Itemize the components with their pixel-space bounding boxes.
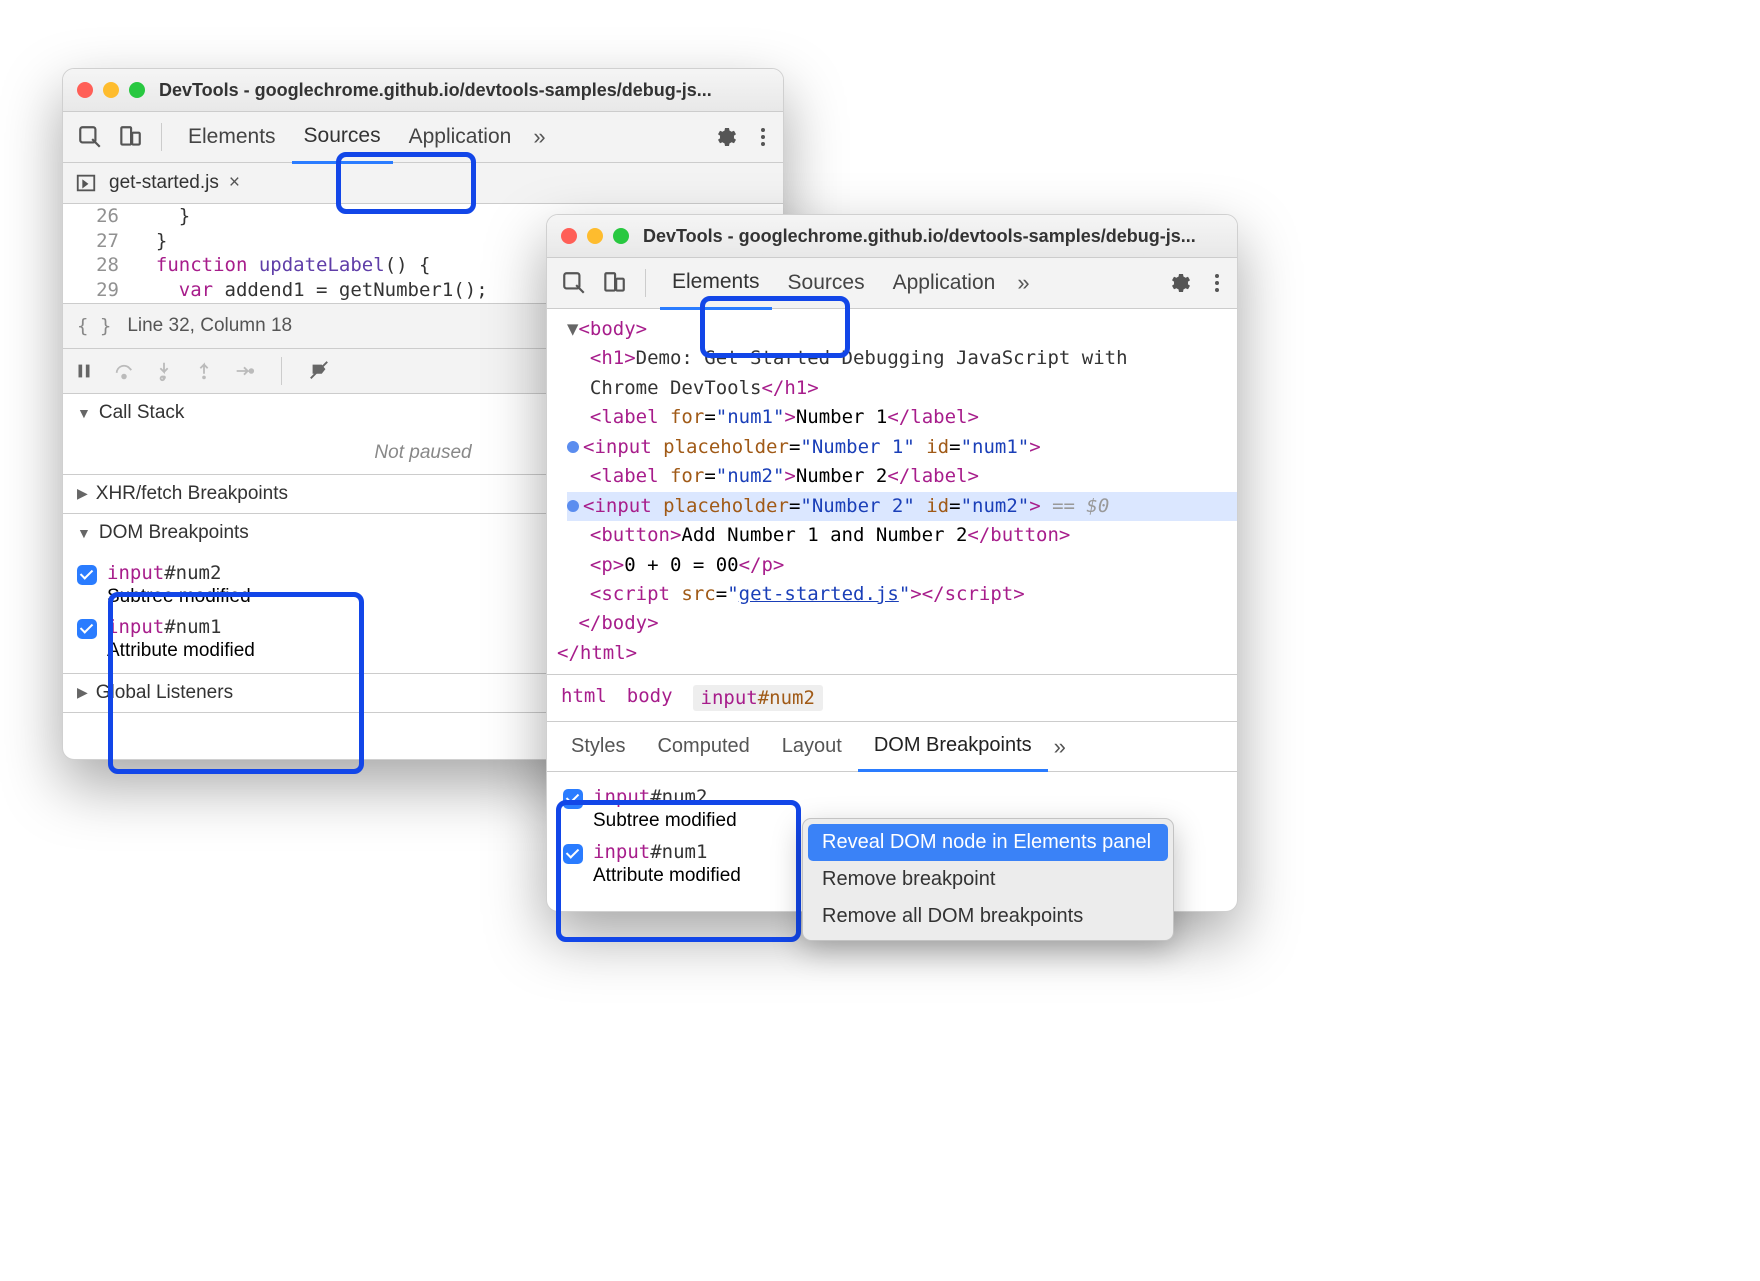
breadcrumbs[interactable]: html body input#num2	[547, 674, 1237, 722]
device-toggle-icon[interactable]	[601, 270, 627, 296]
subtab-computed[interactable]: Computed	[641, 723, 765, 770]
window-title: DevTools - googlechrome.github.io/devtoo…	[159, 80, 712, 101]
settings-icon[interactable]	[1167, 271, 1191, 295]
pretty-print-icon[interactable]: { }	[77, 315, 111, 337]
zoom-dot-icon[interactable]	[613, 228, 629, 244]
more-subtabs-icon[interactable]: »	[1048, 734, 1072, 760]
subtab-dom-breakpoints[interactable]: DOM Breakpoints	[858, 722, 1048, 772]
kebab-menu-icon[interactable]	[1207, 274, 1227, 292]
step-into-icon[interactable]	[153, 360, 175, 382]
subtab-layout[interactable]: Layout	[766, 723, 858, 770]
step-icon[interactable]	[233, 360, 255, 382]
checkbox-icon[interactable]	[77, 619, 97, 639]
tab-application[interactable]: Application	[881, 258, 1008, 308]
close-dot-icon[interactable]	[561, 228, 577, 244]
zoom-dot-icon[interactable]	[129, 82, 145, 98]
cursor-position: Line 32, Column 18	[127, 315, 292, 337]
tab-elements[interactable]: Elements	[660, 257, 772, 310]
close-dot-icon[interactable]	[77, 82, 93, 98]
minimize-dot-icon[interactable]	[103, 82, 119, 98]
checkbox-icon[interactable]	[563, 844, 583, 864]
crumb-body[interactable]: body	[627, 685, 673, 711]
traffic-lights[interactable]	[77, 82, 145, 98]
navigator-toggle-icon[interactable]	[75, 172, 97, 194]
ctx-remove-all[interactable]: Remove all DOM breakpoints	[808, 898, 1168, 935]
minimize-dot-icon[interactable]	[587, 228, 603, 244]
more-tabs-icon[interactable]: »	[527, 124, 551, 150]
panel-tabs: Elements Sources Application »	[660, 257, 1151, 310]
file-tab-label: get-started.js	[109, 172, 219, 194]
ctx-remove-bp[interactable]: Remove breakpoint	[808, 861, 1168, 898]
file-tab-bar: get-started.js ×	[63, 163, 783, 204]
settings-icon[interactable]	[713, 125, 737, 149]
file-tab[interactable]: get-started.js ×	[109, 172, 240, 194]
tab-sources[interactable]: Sources	[776, 258, 877, 308]
sidebar-tabs: Styles Computed Layout DOM Breakpoints »	[547, 722, 1237, 772]
crumb-html[interactable]: html	[561, 685, 607, 711]
deactivate-bp-icon[interactable]	[308, 360, 330, 382]
titlebar[interactable]: DevTools - googlechrome.github.io/devtoo…	[63, 69, 783, 112]
tab-sources[interactable]: Sources	[292, 111, 393, 164]
crumb-input[interactable]: input#num2	[693, 685, 823, 711]
inspect-icon[interactable]	[561, 270, 587, 296]
traffic-lights[interactable]	[561, 228, 629, 244]
titlebar[interactable]: DevTools - googlechrome.github.io/devtoo…	[547, 215, 1237, 258]
devtools-window-elements: DevTools - googlechrome.github.io/devtoo…	[546, 214, 1238, 912]
checkbox-icon[interactable]	[563, 789, 583, 809]
main-toolbar: Elements Sources Application »	[547, 258, 1237, 309]
step-out-icon[interactable]	[193, 360, 215, 382]
dom-tree[interactable]: ▼<body> <h1>Demo: Get Started Debugging …	[547, 309, 1237, 674]
ctx-reveal-node[interactable]: Reveal DOM node in Elements panel	[808, 824, 1168, 861]
step-over-icon[interactable]	[113, 360, 135, 382]
close-tab-icon[interactable]: ×	[229, 172, 240, 194]
context-menu[interactable]: Reveal DOM node in Elements panel Remove…	[802, 818, 1174, 941]
separator	[161, 123, 162, 151]
checkbox-icon[interactable]	[77, 565, 97, 585]
main-toolbar: Elements Sources Application »	[63, 112, 783, 163]
device-toggle-icon[interactable]	[117, 124, 143, 150]
panel-tabs: Elements Sources Application »	[176, 111, 697, 164]
tab-elements[interactable]: Elements	[176, 112, 288, 162]
subtab-styles[interactable]: Styles	[555, 723, 641, 770]
more-tabs-icon[interactable]: »	[1011, 270, 1035, 296]
kebab-menu-icon[interactable]	[753, 128, 773, 146]
inspect-icon[interactable]	[77, 124, 103, 150]
pause-icon[interactable]	[73, 360, 95, 382]
window-title: DevTools - googlechrome.github.io/devtoo…	[643, 226, 1196, 247]
tab-application[interactable]: Application	[397, 112, 524, 162]
